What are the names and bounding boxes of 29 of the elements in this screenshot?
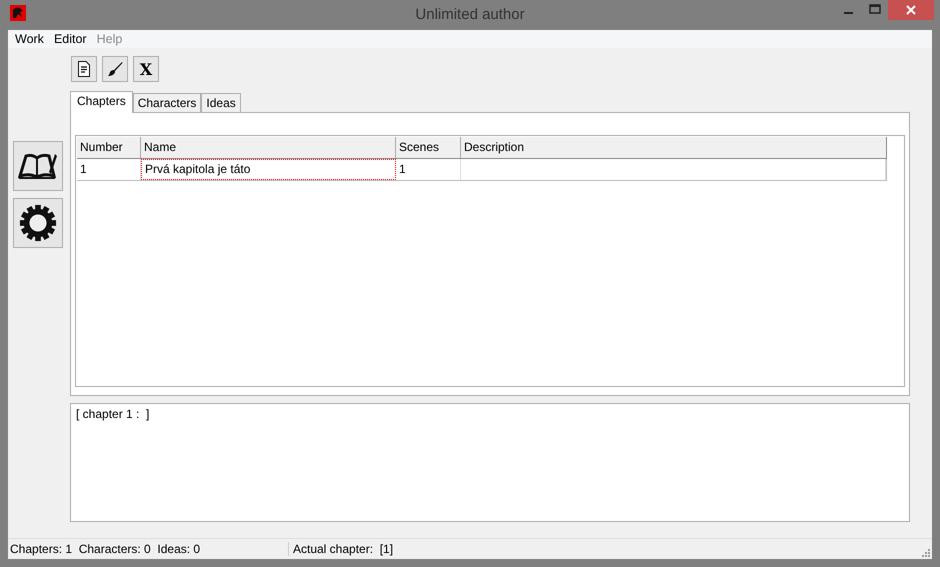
close-button[interactable] bbox=[888, 0, 934, 20]
table-cell: 1 bbox=[77, 159, 141, 180]
tab[interactable]: Characters bbox=[132, 93, 202, 112]
column-header[interactable]: Description bbox=[461, 137, 886, 158]
toolbar-button[interactable] bbox=[102, 56, 128, 82]
brush-icon bbox=[107, 61, 123, 77]
window-title: Unlimited author bbox=[414, 6, 526, 23]
toolbar-button[interactable] bbox=[71, 56, 97, 82]
column-header[interactable]: Name bbox=[141, 137, 396, 158]
text-area-value: [ chapter 1 : ] bbox=[76, 407, 150, 421]
status-counts: Chapters: 1 Characters: 0 Ideas: 0 bbox=[8, 542, 289, 556]
document-icon bbox=[77, 61, 91, 77]
resize-grip-icon[interactable] bbox=[922, 549, 930, 557]
toolbar-button[interactable]: X bbox=[133, 56, 159, 82]
menu-item[interactable]: Editor bbox=[48, 32, 92, 46]
gear-icon bbox=[19, 204, 57, 242]
table-cell: Prvá kapitola je táto bbox=[141, 159, 396, 180]
column-header[interactable]: Number bbox=[77, 137, 141, 158]
side-button[interactable] bbox=[13, 198, 63, 248]
side-button[interactable] bbox=[13, 141, 63, 191]
column-header[interactable]: Scenes bbox=[396, 137, 461, 158]
book-icon bbox=[18, 152, 58, 180]
tab[interactable]: Ideas bbox=[201, 93, 241, 112]
text-area[interactable]: [ chapter 1 : ] bbox=[70, 403, 910, 522]
app-logo-icon bbox=[10, 5, 26, 21]
status-actual-chapter: Actual chapter: [1] bbox=[292, 542, 394, 556]
tab[interactable]: Chapters bbox=[70, 91, 133, 113]
menu-item[interactable]: Work bbox=[10, 32, 49, 46]
table-cell: 1 bbox=[396, 159, 461, 180]
